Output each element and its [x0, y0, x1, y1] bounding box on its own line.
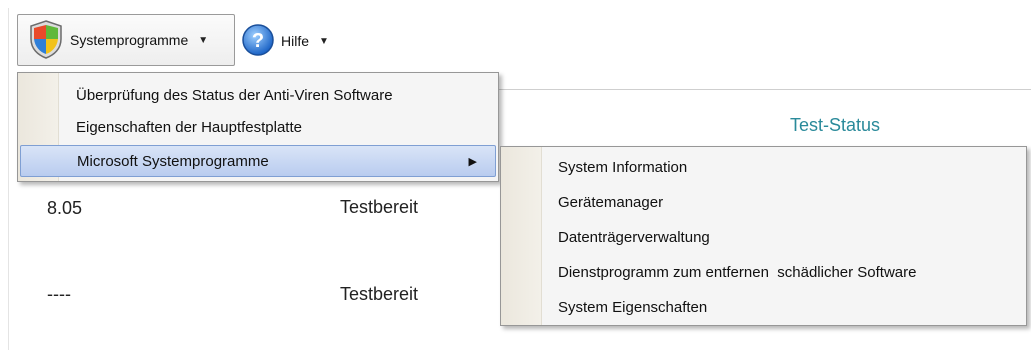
chevron-down-icon: ▼: [198, 34, 209, 46]
toolbar: Systemprogramme ▼ ? Hilfe ▼: [8, 14, 1031, 72]
menu-item-label: System Information: [558, 158, 688, 176]
chevron-down-icon: ▼: [319, 35, 329, 47]
windows-security-shield-icon: [28, 19, 64, 62]
menu-item-label: System Eigenschaften: [558, 298, 708, 316]
submenu-item-malicious-software-removal[interactable]: Dienstprogramm zum entfernen schädlicher…: [503, 256, 1024, 288]
column-header-test-status: Test-Status: [790, 115, 881, 135]
help-label: Hilfe: [281, 33, 310, 49]
submenu-item-system-properties[interactable]: System Eigenschaften: [503, 291, 1024, 323]
menu-item-label: Dienstprogramm zum entfernen schädlicher…: [558, 263, 917, 281]
menu-item-main-disk-properties[interactable]: Eigenschaften der Hauptfestplatte: [20, 111, 496, 143]
system-programs-menu: Überprüfung des Status der Anti-Viren So…: [17, 72, 499, 182]
table-cell-status: Testbereit: [340, 197, 419, 217]
system-programs-button[interactable]: Systemprogramme ▼: [17, 14, 235, 66]
help-button[interactable]: ? Hilfe ▼: [241, 23, 329, 60]
table-cell-status: Testbereit: [340, 284, 419, 304]
menu-item-label: Gerätemanager: [558, 193, 664, 211]
header-divider: [490, 89, 1031, 90]
menu-item-antivirus-status[interactable]: Überprüfung des Status der Anti-Viren So…: [20, 79, 496, 111]
table-cell-value: 8.05: [47, 198, 83, 218]
svg-text:?: ?: [252, 30, 264, 52]
submenu-item-disk-management[interactable]: Datenträgerverwaltung: [503, 221, 1024, 253]
table-cell-value: ----: [47, 284, 71, 304]
menu-item-label: Eigenschaften der Hauptfestplatte: [76, 118, 302, 136]
menu-item-label: Überprüfung des Status der Anti-Viren So…: [76, 86, 393, 104]
menu-item-microsoft-system-programs[interactable]: Microsoft Systemprogramme ▶: [20, 145, 496, 177]
submenu-item-system-information[interactable]: System Information: [503, 151, 1024, 183]
microsoft-system-programs-submenu: System Information Gerätemanager Datentr…: [500, 146, 1027, 326]
question-mark-icon: ?: [241, 23, 275, 60]
menu-item-label: Microsoft Systemprogramme: [77, 152, 269, 170]
submenu-item-device-manager[interactable]: Gerätemanager: [503, 186, 1024, 218]
submenu-arrow-icon: ▶: [468, 155, 477, 168]
menu-item-label: Datenträgerverwaltung: [558, 228, 710, 246]
system-programs-label: Systemprogramme: [70, 32, 189, 48]
